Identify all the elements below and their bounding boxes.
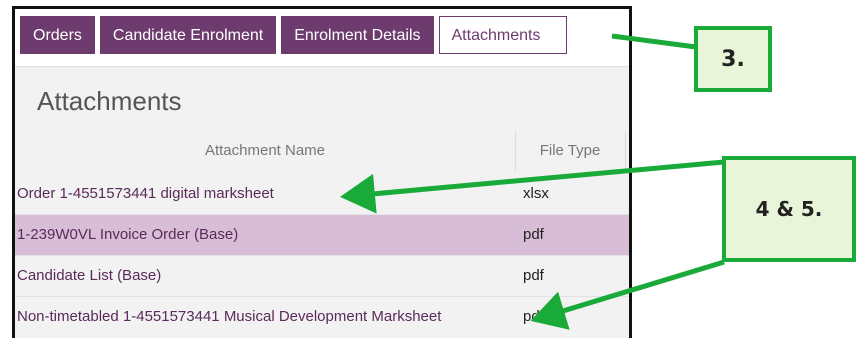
callout-step-3: 3. [694,26,772,92]
callout-step-4-5: 4 & 5. [722,156,856,262]
arrow-to-marksheet-pdf [530,259,725,330]
arrow-to-callout-3 [611,33,697,50]
arrow-to-digital-marksheet [340,159,725,214]
